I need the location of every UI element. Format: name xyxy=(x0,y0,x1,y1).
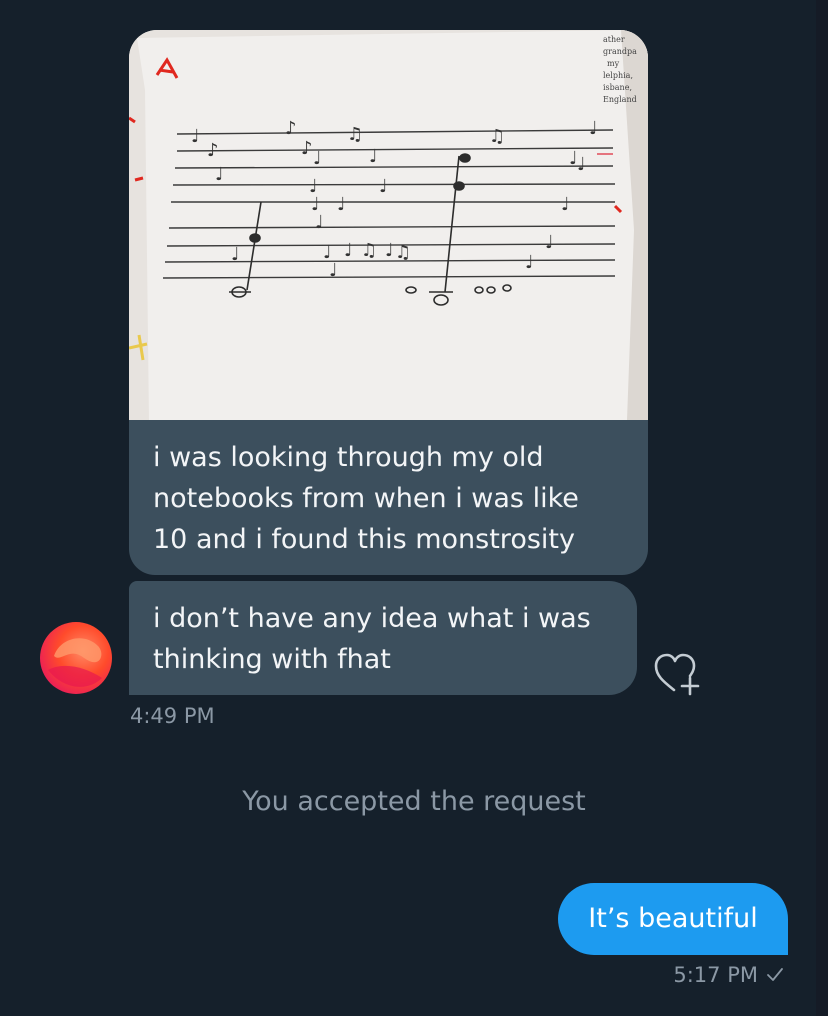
svg-text:♩: ♩ xyxy=(385,240,394,261)
corner-text-0: ather xyxy=(603,35,625,44)
dm-conversation: ather grandpa my lelphia, isbane, Englan… xyxy=(0,0,828,1016)
svg-text:♫: ♫ xyxy=(395,242,411,263)
system-message: You accepted the request xyxy=(242,786,586,817)
svg-text:♩: ♩ xyxy=(337,194,346,215)
svg-text:♩: ♩ xyxy=(313,148,322,169)
outgoing-message-bubble[interactable]: It’s beautiful xyxy=(558,883,788,955)
check-icon xyxy=(767,968,783,981)
svg-text:♩: ♩ xyxy=(344,240,353,261)
corner-text-4: isbane, xyxy=(603,83,632,92)
svg-text:♩: ♩ xyxy=(369,146,378,167)
incoming-message-bubble[interactable]: i don’t have any idea what i was thinkin… xyxy=(129,581,637,695)
scrollbar-track[interactable] xyxy=(816,0,828,1016)
photo-attachment[interactable]: ather grandpa my lelphia, isbane, Englan… xyxy=(129,30,648,420)
message-text: It’s beautiful xyxy=(588,903,758,934)
svg-text:♩: ♩ xyxy=(191,126,200,147)
svg-text:♩: ♩ xyxy=(215,164,224,185)
svg-text:♫: ♫ xyxy=(347,124,363,145)
sheet-music-photo: ather grandpa my lelphia, isbane, Englan… xyxy=(129,30,648,420)
svg-text:♪: ♪ xyxy=(285,118,297,139)
svg-text:♩: ♩ xyxy=(329,260,338,281)
svg-text:♩: ♩ xyxy=(577,154,586,175)
message-text: i don’t have any idea what i was thinkin… xyxy=(153,603,591,675)
message-timestamp: 5:17 PM xyxy=(673,963,758,987)
svg-text:♩: ♩ xyxy=(589,118,598,139)
outgoing-message-meta: 5:17 PM xyxy=(673,963,784,987)
corner-text-3: lelphia, xyxy=(603,71,633,80)
svg-text:♩: ♩ xyxy=(525,252,534,273)
heart-plus-icon xyxy=(654,653,700,696)
incoming-message-bubble[interactable]: i was looking through my old notebooks f… xyxy=(129,420,648,575)
message-timestamp: 4:49 PM xyxy=(130,704,215,728)
corner-text-1: grandpa xyxy=(603,47,637,56)
message-text: i was looking through my old notebooks f… xyxy=(153,442,579,555)
svg-text:♪: ♪ xyxy=(207,140,219,161)
avatar[interactable] xyxy=(40,622,112,694)
svg-text:♪: ♪ xyxy=(301,138,313,159)
corner-text-5: England xyxy=(603,95,637,104)
corner-text-2: my xyxy=(607,59,620,68)
svg-text:♩: ♩ xyxy=(545,232,554,253)
svg-text:♫: ♫ xyxy=(489,126,505,147)
svg-text:♩: ♩ xyxy=(231,244,240,265)
svg-text:♩: ♩ xyxy=(315,212,324,233)
add-reaction-button[interactable] xyxy=(652,650,702,696)
avatar-gradient xyxy=(40,622,112,694)
svg-text:♩: ♩ xyxy=(379,176,388,197)
svg-text:♩: ♩ xyxy=(561,194,570,215)
svg-text:♫: ♫ xyxy=(361,240,377,261)
